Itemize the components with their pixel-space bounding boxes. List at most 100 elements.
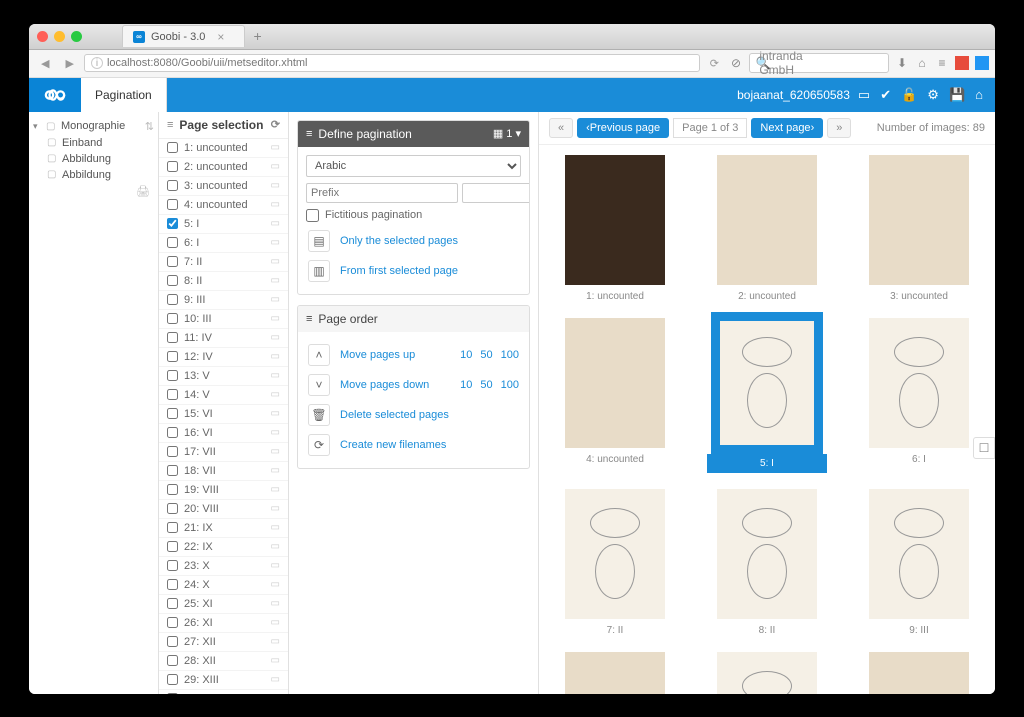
page-item[interactable]: 23: X▭ xyxy=(159,557,288,576)
thumbnail[interactable] xyxy=(853,652,985,694)
page-checkbox[interactable] xyxy=(167,465,178,476)
tree-item[interactable]: ▢Abbildung xyxy=(47,151,154,167)
thumbnail[interactable]: 6: I xyxy=(853,318,985,473)
thumbnail[interactable]: 4: uncounted xyxy=(549,318,681,473)
thumbnail[interactable]: 2: uncounted xyxy=(701,155,833,302)
page-checkbox[interactable] xyxy=(167,332,178,343)
fictitious-checkbox[interactable] xyxy=(306,209,319,222)
page-item[interactable]: 21: IX▭ xyxy=(159,519,288,538)
page-checkbox[interactable] xyxy=(167,275,178,286)
fictitious-checkbox-row[interactable]: Fictitious pagination xyxy=(306,209,521,222)
tree-item[interactable]: ▢Einband xyxy=(47,135,154,151)
page-item[interactable]: 6: I▭ xyxy=(159,234,288,253)
page-checkbox[interactable] xyxy=(167,560,178,571)
page-checkbox[interactable] xyxy=(167,598,178,609)
page-checkbox[interactable] xyxy=(167,617,178,628)
page-checkbox[interactable] xyxy=(167,636,178,647)
thumbnail[interactable]: 7: II xyxy=(549,489,681,636)
from-first-action[interactable]: ▥ From first selected page xyxy=(306,256,521,286)
bookmark-handle[interactable]: ☐ xyxy=(973,437,995,459)
page-checkbox[interactable] xyxy=(167,541,178,552)
page-item[interactable]: 24: X▭ xyxy=(159,576,288,595)
image-icon[interactable]: ▭ xyxy=(858,87,870,103)
tree-item[interactable]: ▢Abbildung xyxy=(47,167,154,183)
extension2-icon[interactable] xyxy=(975,56,989,70)
first-page-button[interactable]: « xyxy=(549,118,573,138)
next-page-button[interactable]: Next page › xyxy=(751,118,823,138)
page-checkbox[interactable] xyxy=(167,313,178,324)
page-item[interactable]: 7: II▭ xyxy=(159,253,288,272)
page-item[interactable]: 18: VII▭ xyxy=(159,462,288,481)
page-item[interactable]: 1: uncounted▭ xyxy=(159,139,288,158)
page-checkbox[interactable] xyxy=(167,180,178,191)
page-item[interactable]: 11: IV▭ xyxy=(159,329,288,348)
page-checkbox[interactable] xyxy=(167,294,178,305)
caret-down-icon[interactable]: ▾ xyxy=(33,121,43,132)
page-item[interactable]: 16: VI▭ xyxy=(159,424,288,443)
prev-page-button[interactable]: ‹ Previous page xyxy=(577,118,669,138)
page-checkbox[interactable] xyxy=(167,408,178,419)
app-logo[interactable] xyxy=(29,78,81,112)
page-checkbox[interactable] xyxy=(167,655,178,666)
page-item[interactable]: 5: I▭ xyxy=(159,215,288,234)
page-checkbox[interactable] xyxy=(167,389,178,400)
create-filenames-action[interactable]: ⟳ Create new filenames xyxy=(306,430,521,460)
page-item[interactable]: 27: XII▭ xyxy=(159,633,288,652)
thumbnail[interactable]: 9: III xyxy=(853,489,985,636)
only-selected-action[interactable]: ▤ Only the selected pages xyxy=(306,226,521,256)
check-icon[interactable]: ✔ xyxy=(880,87,891,103)
browser-tab[interactable]: ∞ Goobi - 3.0 × xyxy=(122,25,245,47)
page-item[interactable]: 19: VIII▭ xyxy=(159,481,288,500)
page-checkbox[interactable] xyxy=(167,199,178,210)
tree-root[interactable]: ▾ ▢ Monographie ⇅ xyxy=(33,118,154,135)
page-checkbox[interactable] xyxy=(167,370,178,381)
page-checkbox[interactable] xyxy=(167,484,178,495)
view-toggle-icon[interactable]: ▦ 1 ▾ xyxy=(493,127,521,140)
page-item[interactable]: 17: VII▭ xyxy=(159,443,288,462)
page-checkbox[interactable] xyxy=(167,522,178,533)
prefix-input[interactable] xyxy=(306,183,458,203)
page-item[interactable]: 22: IX▭ xyxy=(159,538,288,557)
extension-icon[interactable] xyxy=(955,56,969,70)
tree-print-icon[interactable]: 🖨 xyxy=(136,185,150,198)
page-item[interactable]: 4: uncounted▭ xyxy=(159,196,288,215)
value-input[interactable] xyxy=(462,183,530,203)
download-icon[interactable]: ⬇ xyxy=(895,56,909,70)
site-info-icon[interactable]: i xyxy=(91,57,103,69)
close-tab-icon[interactable]: × xyxy=(217,30,224,44)
move-down-action[interactable]: ˅ Move pages down 1050100 xyxy=(306,370,521,400)
page-checkbox[interactable] xyxy=(167,351,178,362)
page-checkbox[interactable] xyxy=(167,218,178,229)
page-checkbox[interactable] xyxy=(167,427,178,438)
page-checkbox[interactable] xyxy=(167,674,178,685)
block-icon[interactable]: ⊘ xyxy=(729,56,743,70)
thumbnail[interactable] xyxy=(549,652,681,694)
page-item[interactable]: 3: uncounted▭ xyxy=(159,177,288,196)
save-icon[interactable]: 💾 xyxy=(949,87,965,103)
last-page-button[interactable]: » xyxy=(827,118,851,138)
forward-button[interactable]: ▶ xyxy=(59,55,79,72)
page-item[interactable]: 8: II▭ xyxy=(159,272,288,291)
tab-pagination[interactable]: Pagination xyxy=(81,78,167,112)
delete-pages-action[interactable]: 🗑 Delete selected pages xyxy=(306,400,521,430)
page-item[interactable]: 12: IV▭ xyxy=(159,348,288,367)
page-item[interactable]: 20: VIII▭ xyxy=(159,500,288,519)
thumbnail[interactable]: 5: I xyxy=(701,318,833,473)
page-checkbox[interactable] xyxy=(167,579,178,590)
page-item[interactable]: 28: XII▭ xyxy=(159,652,288,671)
page-checkbox[interactable] xyxy=(167,142,178,153)
url-bar[interactable]: i localhost:8080/Goobi/uii/metseditor.xh… xyxy=(84,54,700,72)
page-item[interactable]: 25: XI▭ xyxy=(159,595,288,614)
move-up-action[interactable]: ˄ Move pages up 1050100 xyxy=(306,340,521,370)
back-button[interactable]: ◀ xyxy=(35,55,55,72)
thumbnail[interactable] xyxy=(701,652,833,694)
page-item[interactable]: 15: VI▭ xyxy=(159,405,288,424)
refresh-icon[interactable]: ⟳ xyxy=(271,118,280,131)
page-item[interactable]: 29: XIII▭ xyxy=(159,671,288,690)
page-item[interactable]: 14: V▭ xyxy=(159,386,288,405)
page-checkbox[interactable] xyxy=(167,503,178,514)
new-tab-button[interactable]: + xyxy=(245,25,269,47)
home-icon[interactable]: ⌂ xyxy=(915,56,929,70)
thumbnail[interactable]: 1: uncounted xyxy=(549,155,681,302)
pagination-format-select[interactable]: Arabic xyxy=(306,155,521,177)
